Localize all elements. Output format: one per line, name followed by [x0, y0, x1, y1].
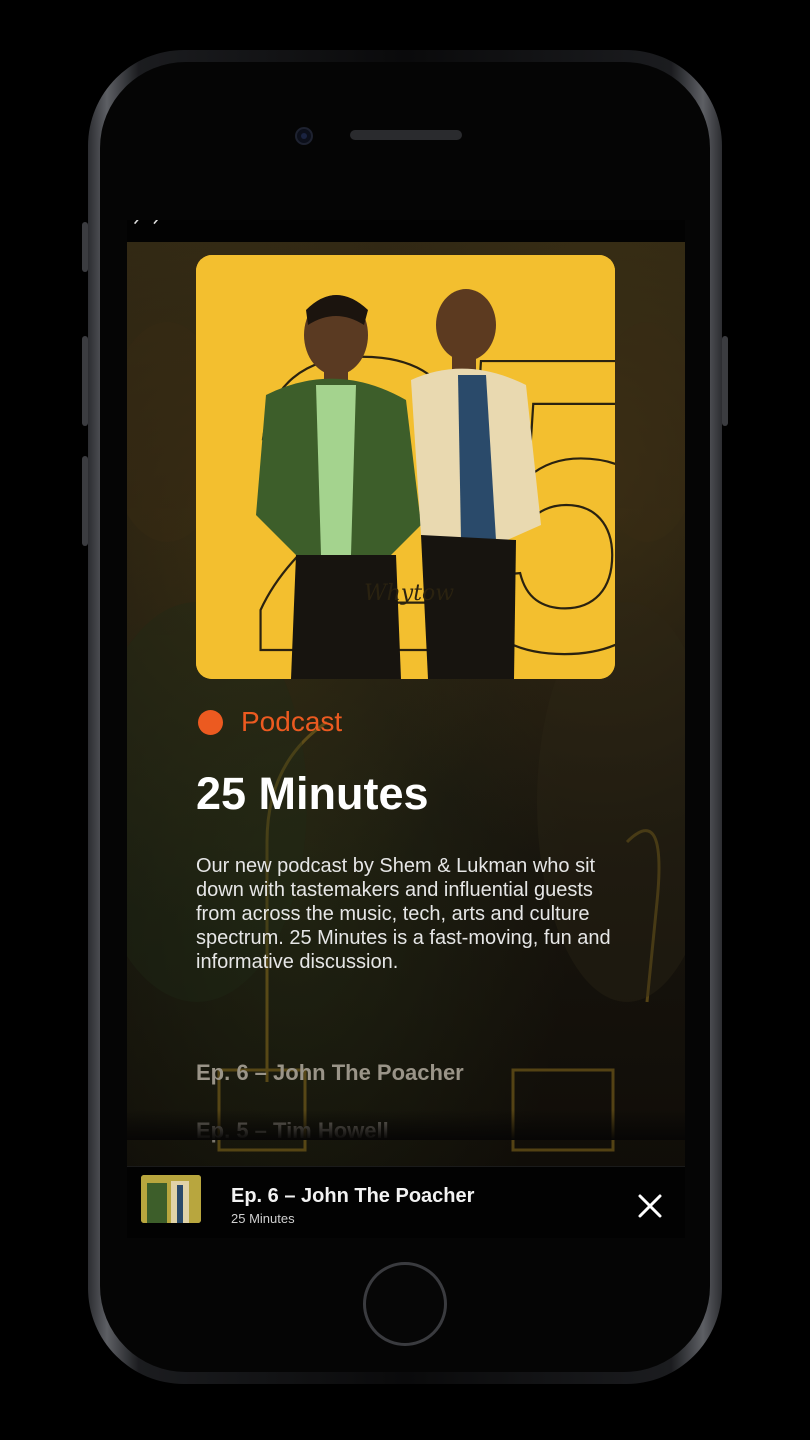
- home-button[interactable]: [363, 1262, 447, 1346]
- status-bar: ᐟ ᐟ: [127, 220, 685, 242]
- category-tag: Podcast: [198, 706, 342, 738]
- earpiece-speaker: [350, 130, 462, 140]
- category-dot-icon: [198, 709, 223, 735]
- cover-signature: Whytow: [364, 581, 454, 606]
- podcast-title: 25 Minutes: [196, 768, 429, 819]
- list-fade-overlay: [127, 1110, 685, 1140]
- mini-player-title: Ep. 6 – John The Poacher: [231, 1185, 475, 1207]
- mini-player[interactable]: Ep. 6 – John The Poacher 25 Minutes: [127, 1166, 685, 1238]
- podcast-description: Our new podcast by Shem & Lukman who sit…: [196, 855, 611, 973]
- close-icon[interactable]: [635, 1191, 665, 1221]
- volume-down-button: [82, 456, 88, 546]
- mini-player-thumbnail: [141, 1175, 201, 1223]
- front-camera: [295, 127, 313, 145]
- app-screen: ᐟ ᐟ 25: [127, 220, 685, 1238]
- volume-up-button: [82, 336, 88, 426]
- mini-player-subtitle: 25 Minutes: [231, 1211, 295, 1226]
- category-label: Podcast: [241, 706, 343, 737]
- mute-switch: [82, 222, 88, 272]
- status-glyph: ᐟ ᐟ: [133, 220, 164, 237]
- power-button: [722, 336, 728, 426]
- podcast-cover-art[interactable]: 25 Whytow: [196, 255, 615, 679]
